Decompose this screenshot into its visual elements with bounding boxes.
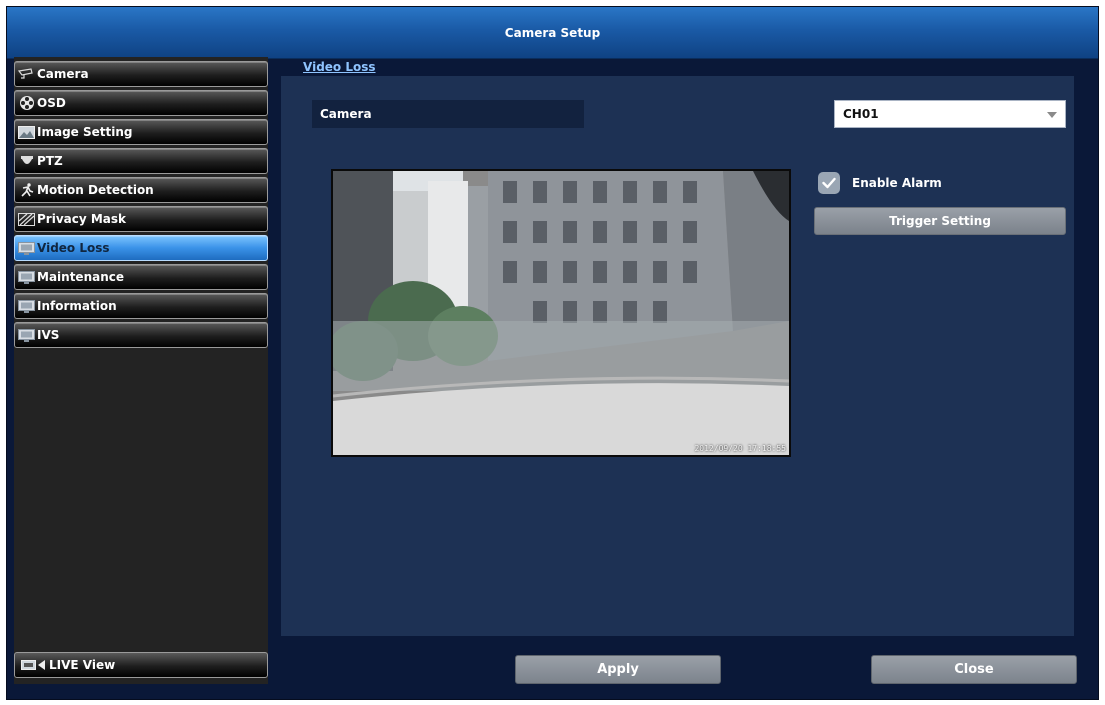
sidebar-item-label: Maintenance — [37, 270, 125, 284]
sidebar-item-information[interactable]: Information — [14, 293, 268, 319]
title-bar: Camera Setup — [7, 7, 1098, 59]
monitor-icon — [18, 299, 35, 313]
sidebar-item-label: Privacy Mask — [37, 212, 127, 226]
sidebar-item-label: PTZ — [37, 154, 63, 168]
monitor-icon — [18, 270, 35, 284]
preview-image — [333, 171, 789, 455]
apply-button[interactable]: Apply — [515, 655, 721, 684]
close-button[interactable]: Close — [871, 655, 1077, 684]
camera-preview: 2012/09/20 17:18:55 — [331, 169, 791, 457]
sidebar-item-camera[interactable]: Camera — [14, 61, 268, 87]
sidebar-item-label: IVS — [37, 328, 60, 342]
channel-select[interactable]: CH01 — [834, 100, 1066, 128]
enable-alarm-checkbox[interactable] — [818, 172, 840, 194]
window-title: Camera Setup — [504, 25, 601, 40]
sidebar-item-label: OSD — [37, 96, 66, 110]
enable-alarm-label: Enable Alarm — [852, 176, 942, 190]
sidebar-item-label: Video Loss — [37, 241, 110, 255]
checkmark-icon — [822, 177, 836, 189]
section-title-link[interactable]: Video Loss — [303, 60, 376, 74]
osd-icon — [18, 96, 35, 110]
live-view-label: LIVE View — [49, 658, 116, 672]
close-label: Close — [954, 662, 994, 677]
sidebar-item-label: Image Setting — [37, 125, 133, 139]
sidebar-item-image-setting[interactable]: Image Setting — [14, 119, 268, 145]
sidebar-item-label: Camera — [37, 67, 89, 81]
sidebar-item-label: Information — [37, 299, 117, 313]
monitor-icon — [18, 328, 35, 342]
live-view-button[interactable]: LIVE View — [14, 652, 268, 678]
enable-alarm-row[interactable]: Enable Alarm — [818, 172, 942, 194]
sidebar: Camera OSD Image Setting PTZ Motion Dete… — [14, 57, 268, 684]
camera-label: Camera — [312, 100, 584, 128]
preview-timestamp: 2012/09/20 17:18:55 — [694, 444, 786, 453]
image-icon — [18, 125, 35, 139]
sidebar-item-privacy-mask[interactable]: Privacy Mask — [14, 206, 268, 232]
apply-label: Apply — [597, 662, 639, 677]
trigger-setting-button[interactable]: Trigger Setting — [814, 207, 1066, 235]
ptz-icon — [18, 154, 35, 168]
sidebar-item-video-loss[interactable]: Video Loss — [14, 235, 268, 261]
sidebar-item-ivs[interactable]: IVS — [14, 322, 268, 348]
monitor-icon — [18, 241, 35, 255]
mask-icon — [18, 212, 35, 226]
channel-select-value: CH01 — [843, 107, 879, 121]
trigger-setting-label: Trigger Setting — [889, 214, 991, 228]
sidebar-item-label: Motion Detection — [37, 183, 154, 197]
sidebar-item-motion-detection[interactable]: Motion Detection — [14, 177, 268, 203]
sidebar-item-maintenance[interactable]: Maintenance — [14, 264, 268, 290]
camera-label-text: Camera — [320, 107, 372, 121]
live-view-icon — [21, 658, 47, 672]
camera-icon — [18, 67, 35, 81]
motion-icon — [18, 183, 35, 197]
chevron-down-icon — [1047, 112, 1057, 118]
sidebar-item-osd[interactable]: OSD — [14, 90, 268, 116]
sidebar-item-ptz[interactable]: PTZ — [14, 148, 268, 174]
